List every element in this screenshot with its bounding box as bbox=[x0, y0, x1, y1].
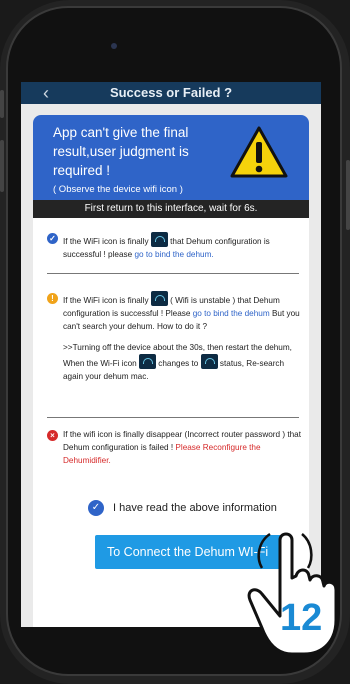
notice-banner: App can't give the final result,user jud… bbox=[33, 115, 309, 200]
check-circle-icon: ✓ bbox=[47, 233, 58, 244]
page-title: Success or Failed ? bbox=[109, 85, 233, 100]
tip-text-2: changes to bbox=[158, 359, 199, 368]
step-number: 12 bbox=[280, 597, 322, 639]
banner-message: App can't give the final result,user jud… bbox=[53, 125, 189, 178]
failed-section: × If the wifi icon is finally disappear … bbox=[47, 428, 301, 467]
front-camera bbox=[111, 43, 117, 49]
wifi-connected-icon bbox=[150, 232, 168, 247]
success-section: ✓ If the WiFi icon is finally that Dehum… bbox=[47, 232, 301, 261]
warning-circle-icon: ! bbox=[47, 293, 58, 304]
wait-instruction: First return to this interface, wait for… bbox=[33, 200, 309, 218]
bind-dehum-link-2[interactable]: go to bind the dehum bbox=[193, 309, 270, 318]
section-divider bbox=[47, 273, 299, 274]
warning-triangle-icon bbox=[230, 126, 288, 178]
mute-switch bbox=[0, 90, 4, 118]
confirm-checkbox-row[interactable]: ✓ I have read the above information bbox=[88, 500, 288, 516]
section-divider bbox=[47, 417, 299, 418]
confirm-label: I have read the above information bbox=[113, 502, 277, 514]
nav-bar: ‹ Success or Failed ? bbox=[21, 82, 321, 104]
unstable-text-start: If the WiFi icon is finally bbox=[63, 296, 149, 305]
checkbox-checked-icon[interactable]: ✓ bbox=[88, 500, 104, 516]
tap-hand-icon: 12 bbox=[247, 532, 338, 656]
wifi-full-icon bbox=[200, 354, 218, 369]
unstable-section: ! If the WiFi icon is finally ( Wifi is … bbox=[47, 291, 301, 383]
power-button bbox=[346, 160, 350, 230]
wifi-unstable-icon bbox=[150, 291, 168, 306]
error-circle-icon: × bbox=[47, 430, 58, 441]
banner-note: ( Observe the device wifi icon ) bbox=[53, 184, 183, 195]
volume-up-button bbox=[0, 140, 4, 192]
wifi-partial-icon bbox=[139, 354, 156, 369]
success-text-start: If the WiFi icon is finally bbox=[63, 237, 149, 246]
bind-dehum-link[interactable]: go to bind the dehum. bbox=[134, 250, 213, 259]
